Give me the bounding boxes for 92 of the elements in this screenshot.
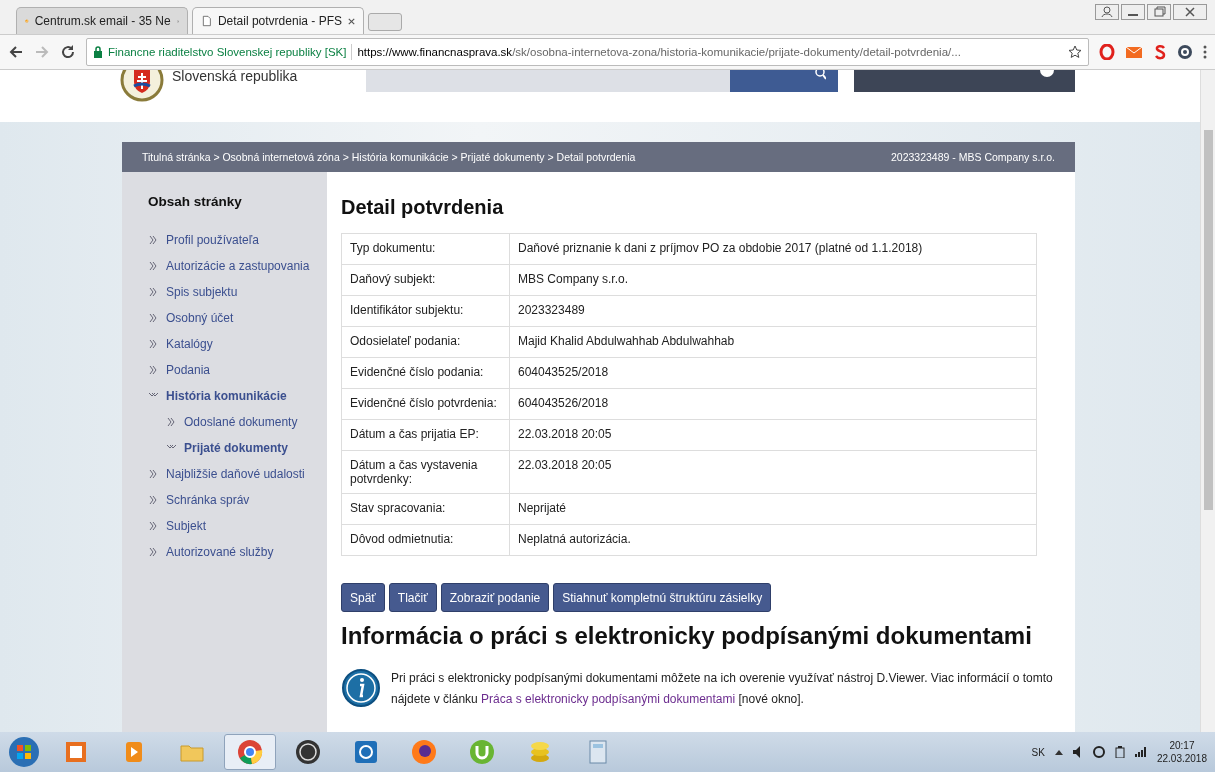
nav-link[interactable]: Katalógy <box>148 331 327 357</box>
page-title: Detail potvrdenia <box>341 196 505 219</box>
nav-link[interactable]: Odoslané dokumenty <box>166 409 327 435</box>
double-chevron-right-icon <box>148 365 158 375</box>
field-value: 604043526/2018 <box>509 388 1037 420</box>
field-value: 604043525/2018 <box>509 357 1037 389</box>
nav-link[interactable]: Podania <box>148 357 327 383</box>
field-value: Neprijaté <box>509 493 1037 525</box>
nav-link[interactable]: Osobný účet <box>148 305 327 331</box>
site-name: Slovenská republika <box>172 70 299 84</box>
up-arrow-icon[interactable] <box>1054 749 1063 755</box>
menu-icon[interactable] <box>1203 44 1207 60</box>
field-label: Evidenčné číslo podania: <box>341 357 510 389</box>
field-label: Identifikátor subjektu: <box>341 295 510 327</box>
double-chevron-right-icon <box>148 235 158 245</box>
double-chevron-right-icon <box>148 521 158 531</box>
field-label: Evidenčné číslo potvrdenia: <box>341 388 510 420</box>
scrollbar[interactable] <box>1200 70 1215 732</box>
lock-icon <box>93 46 103 58</box>
article-link[interactable]: Práca s elektronicky podpísanými dokumentami <box>481 692 736 706</box>
field-label: Dátum a čas prijatia EP: <box>341 419 510 451</box>
windows-logo-icon <box>8 736 40 768</box>
field-label: Odosielateľ podania: <box>341 326 510 358</box>
envelope-icon[interactable] <box>1125 45 1143 59</box>
battery-icon[interactable] <box>1114 746 1125 758</box>
signal-icon[interactable] <box>1134 747 1147 757</box>
browser-tab[interactable]: Centrum.sk email - 35 Ne <box>16 7 188 34</box>
minimize-icon[interactable] <box>1121 4 1145 20</box>
field-label: Daňový subjekt: <box>341 264 510 296</box>
section-title: Informácia o práci s elektronicky podpísanými dokumentami <box>341 622 1033 650</box>
nav-link[interactable]: Spis subjektu <box>148 279 327 305</box>
search-field[interactable] <box>366 70 730 92</box>
double-chevron-right-icon <box>148 261 158 271</box>
tab-title: Centrum.sk email - 35 Ne <box>34 14 171 28</box>
restore-icon[interactable] <box>1147 4 1171 20</box>
field-value: Daňové priznanie k dani z príjmov PO za obdobie 2017 (platné od 1.1.2018) <box>509 233 1037 265</box>
double-chevron-right-icon <box>148 287 158 297</box>
back-icon[interactable] <box>8 44 24 60</box>
extension-icon[interactable] <box>1177 44 1193 60</box>
field-value: 22.03.2018 20:05 <box>509 419 1037 451</box>
action-button[interactable]: Tlačiť <box>388 583 437 612</box>
firefox-icon <box>410 738 438 766</box>
hp-icon <box>294 738 322 766</box>
nav-link[interactable]: Subjekt <box>148 513 327 539</box>
s-letter-icon[interactable] <box>1153 44 1167 60</box>
subject-label: 2023323489 - MBS Company s.r.o. <box>891 151 1055 163</box>
language-indicator[interactable]: SK <box>1031 746 1045 758</box>
double-chevron-right-icon <box>148 547 158 557</box>
url-text: https://www.financnasprava.sk/sk/osobna-internetova-zona/historia-komunikacie/prijate-dokumenty/detail-potvrdenia/... <box>357 46 961 58</box>
nav-link[interactable]: Schránka správ <box>148 487 327 513</box>
field-value: Majid Khalid Abdulwahhab Abdulwahhab <box>509 326 1037 358</box>
nav-link[interactable]: Profil používateľa <box>148 227 327 253</box>
browser-tab[interactable]: Detail potvrdenia - PFS <box>192 7 364 34</box>
info-icon <box>341 668 381 708</box>
address-field[interactable]: Financne riaditelstvo Slovenskej republiky [SK] https://www.financnasprava.sk/sk/osobna-internetova-zona/historia-komunikacie/prijate-dokumenty/detail-potvrdenia/... <box>86 38 1089 66</box>
info-paragraph: Pri práci s elektronicky podpísanými dokumentami môžete na ich overenie využívať nástroj D.Viewer. Viac informácií o tomto nájdete v článku Práca s elektronicky podpísanými dokumentami [nové okno]. <box>391 670 1054 708</box>
document-icon <box>201 14 212 28</box>
nav-link[interactable]: Autorizácie a zastupovania <box>148 253 327 279</box>
chrome-icon <box>236 738 264 766</box>
double-chevron-right-icon <box>166 417 176 427</box>
double-chevron-right-icon <box>148 469 158 479</box>
field-value: 22.03.2018 20:05 <box>509 450 1037 494</box>
security-label: Financne riaditelstvo Slovenskej republiky [SK] <box>108 46 347 58</box>
double-chevron-right-icon <box>148 495 158 505</box>
tab-title: Detail potvrdenia - PFS <box>217 14 342 28</box>
nav-link[interactable]: Autorizované služby <box>148 539 327 565</box>
speaker-icon[interactable] <box>1072 746 1083 758</box>
field-value: MBS Company s.r.o. <box>509 264 1037 296</box>
field-value: Neplatná autorizácia. <box>509 524 1037 556</box>
nav-link[interactable]: Najbližšie daňové udalosti <box>148 461 327 487</box>
reload-icon[interactable] <box>60 44 76 60</box>
field-value: 2023323489 <box>509 295 1037 327</box>
star-icon[interactable] <box>1068 45 1082 59</box>
breadcrumb: Titulná stránka > Osobná internetová zóna > História komunikácie > Prijaté dokumenty > Detail potvrdenia <box>142 151 636 163</box>
field-label: Dôvod odmietnutia: <box>341 524 510 556</box>
field-label: Stav spracovania: <box>341 493 510 525</box>
double-chevron-right-icon <box>148 313 158 323</box>
action-button[interactable]: Zobraziť podanie <box>440 583 550 612</box>
nav-link[interactable]: História komunikácie <box>148 383 327 409</box>
clock-date[interactable]: 22.03.2018 <box>1156 752 1207 765</box>
field-label: Dátum a čas vystavenia potvrdenky: <box>341 450 510 494</box>
sidebar-title: Obsah stránky <box>148 194 243 209</box>
network-icon[interactable] <box>1092 746 1105 758</box>
action-button[interactable]: Späť <box>341 583 385 612</box>
clock-time[interactable]: 20:17 <box>1169 739 1195 752</box>
field-label: Typ dokumentu: <box>341 233 510 265</box>
double-chevron-right-icon <box>148 339 158 349</box>
shield-icon <box>352 738 380 766</box>
action-button[interactable]: Stiahnuť kompletnú štruktúru zásielky <box>553 583 772 612</box>
nav-link[interactable]: Prijaté dokumenty <box>166 435 327 461</box>
opera-icon[interactable] <box>1099 44 1115 60</box>
torrent-icon <box>468 738 496 766</box>
